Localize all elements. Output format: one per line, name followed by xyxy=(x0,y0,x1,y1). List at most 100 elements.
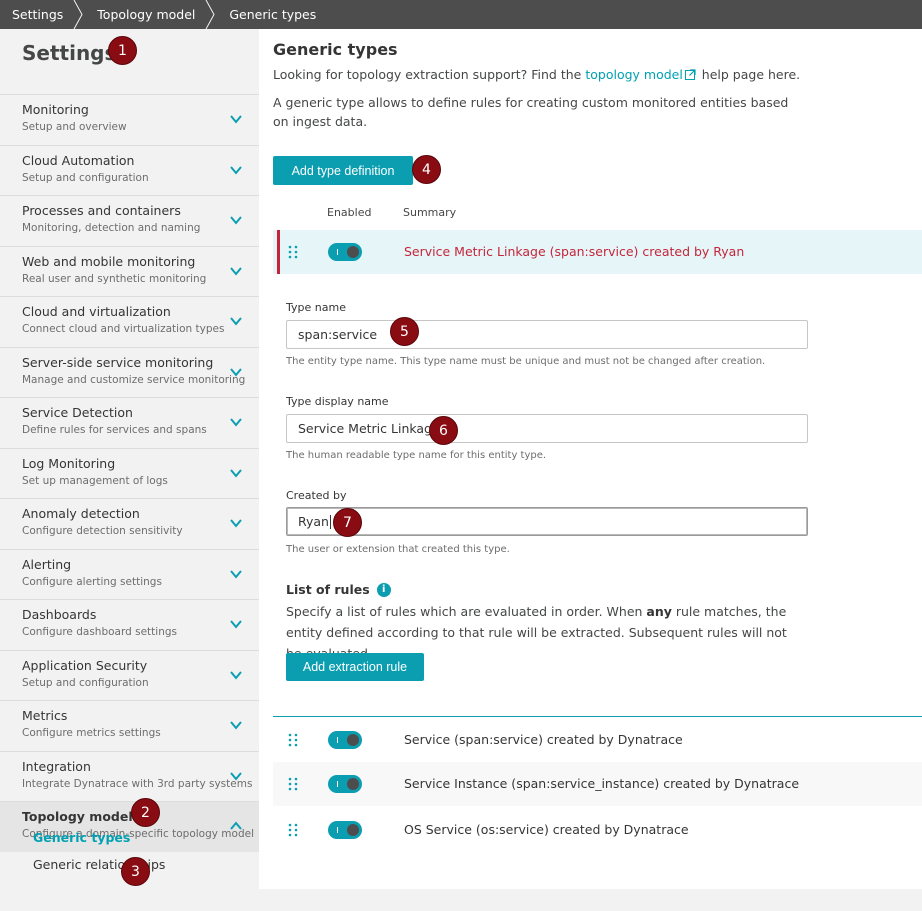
row-summary[interactable]: Service (span:service) created by Dynatr… xyxy=(404,732,683,747)
sidebar-item-metrics[interactable]: Metrics Configure metrics settings xyxy=(0,700,259,751)
display-name-help: The human readable type name for this en… xyxy=(286,450,547,461)
sidebar-item-application-security[interactable]: Application Security Setup and configurat… xyxy=(0,649,259,701)
chevron-down-icon[interactable] xyxy=(229,718,243,732)
chevron-down-icon[interactable] xyxy=(229,769,243,783)
marker-badge: 4 xyxy=(412,155,441,184)
sidebar-item-dashboards[interactable]: Dashboards Configure dashboard settings xyxy=(0,599,259,650)
info-icon[interactable]: i xyxy=(376,582,391,597)
chevron-down-icon[interactable] xyxy=(229,516,243,530)
drag-handle-icon[interactable] xyxy=(287,732,299,748)
row-summary[interactable]: Service Metric Linkage (span:service) cr… xyxy=(404,244,744,259)
created-by-label: Created by xyxy=(286,489,347,502)
topology-model-link[interactable]: topology model xyxy=(585,67,682,82)
created-by-input[interactable]: Ryan xyxy=(286,507,808,536)
sidebar-item-service-detection[interactable]: Service Detection Define rules for servic… xyxy=(0,397,259,448)
sidebar-item-log-monitoring[interactable]: Log Monitoring Set up management of logs xyxy=(0,447,259,499)
table-row[interactable]: OS Service (os:service) created by Dynat… xyxy=(273,808,922,852)
table-row[interactable]: Service (span:service) created by Dynatr… xyxy=(273,718,922,762)
drag-handle-icon[interactable] xyxy=(287,244,299,260)
sidebar-item-sub: Setup and overview xyxy=(22,121,127,133)
intro-text: Looking for topology extraction support?… xyxy=(273,66,813,84)
chevron-down-icon[interactable] xyxy=(229,264,243,278)
sidebar: Settings Monitoring Setup and overview Clo… xyxy=(0,29,259,911)
sidebar-item-cloud-automation[interactable]: Cloud Automation Setup and configuration xyxy=(0,144,259,196)
sidebar-item-alerting[interactable]: Alerting Configure alerting settings xyxy=(0,548,259,600)
text-cursor xyxy=(329,514,331,529)
sidebar-item-label: Monitoring xyxy=(22,102,89,117)
marker-badge: 6 xyxy=(429,416,458,445)
rules-title: List of rules i xyxy=(286,582,391,597)
breadcrumb-topology-model[interactable]: Topology model xyxy=(83,0,205,29)
sidebar-title: Settings xyxy=(22,41,117,65)
chevron-down-icon[interactable] xyxy=(229,466,243,480)
sidebar-item-sub: Configure dashboard settings xyxy=(22,626,177,638)
chevron-down-icon[interactable] xyxy=(229,314,243,328)
created-by-help: The user or extension that created this … xyxy=(286,544,510,555)
type-name-input[interactable]: span:service xyxy=(286,320,808,349)
sidebar-item-monitoring[interactable]: Monitoring Setup and overview xyxy=(0,94,259,145)
enabled-toggle[interactable] xyxy=(328,731,362,749)
display-name-input[interactable]: Service Metric Linkage xyxy=(286,414,808,443)
display-name-label: Type display name xyxy=(286,395,389,408)
sidebar-item-cloud-and-virtualization[interactable]: Cloud and virtualization Connect cloud an… xyxy=(0,296,259,347)
chevron-down-icon[interactable] xyxy=(229,617,243,631)
sidebar-item-label: Anomaly detection xyxy=(22,506,140,521)
chevron-down-icon[interactable] xyxy=(229,415,243,429)
sidebar-item-sub: Configure alerting settings xyxy=(22,575,162,588)
sidebar-item-server-side-service-monitoring[interactable]: Server-side service monitoring Manage and… xyxy=(0,346,259,398)
breadcrumb-generic-types[interactable]: Generic types xyxy=(215,0,326,29)
enabled-toggle[interactable] xyxy=(328,243,362,261)
breadcrumb-settings[interactable]: Settings xyxy=(0,0,73,29)
column-header-summary: Summary xyxy=(403,206,457,219)
breadcrumb: Settings Topology model Generic types xyxy=(0,0,922,29)
chevron-down-icon[interactable] xyxy=(229,213,243,227)
enabled-toggle[interactable] xyxy=(328,775,362,793)
enabled-toggle[interactable] xyxy=(328,821,362,839)
table-row-expanded[interactable]: Service Metric Linkage (span:service) cr… xyxy=(273,230,922,274)
marker-badge: 5 xyxy=(390,317,419,346)
breadcrumb-separator-icon xyxy=(205,0,215,29)
sidebar-item-label: Application Security xyxy=(22,657,148,673)
add-extraction-rule-button[interactable]: Add extraction rule xyxy=(286,653,424,681)
sidebar-item-label: Metrics xyxy=(22,708,68,723)
divider xyxy=(273,716,922,717)
external-link-icon[interactable] xyxy=(684,69,696,80)
sidebar-item-sub: Integrate Dynatrace with 3rd party syste… xyxy=(22,777,253,790)
row-summary[interactable]: OS Service (os:service) created by Dynat… xyxy=(404,822,689,837)
sidebar-item-label: Cloud Automation xyxy=(22,152,135,168)
sidebar-item-integration[interactable]: Integration Integrate Dynatrace with 3rd … xyxy=(0,750,259,802)
sidebar-item-label: Dashboards xyxy=(22,607,97,622)
sidebar-item-label: Alerting xyxy=(22,556,72,572)
drag-handle-icon[interactable] xyxy=(287,822,299,838)
sidebar-item-sub: Define rules for services and spans xyxy=(22,424,207,436)
created-by-value: Ryan xyxy=(298,514,329,529)
add-type-definition-button[interactable]: Add type definition xyxy=(273,156,413,185)
rules-desc-bold: any xyxy=(646,604,672,619)
chevron-down-icon[interactable] xyxy=(229,567,243,581)
sidebar-item-processes-and-containers[interactable]: Processes and containers Monitoring, dete… xyxy=(0,195,259,246)
sidebar-item-web-and-mobile-monitoring[interactable]: Web and mobile monitoring Real user and s… xyxy=(0,245,259,297)
chevron-down-icon[interactable] xyxy=(229,163,243,177)
sidebar-item-label: Processes and containers xyxy=(22,203,181,218)
rules-title-text: List of rules xyxy=(286,582,370,597)
drag-handle-icon[interactable] xyxy=(287,776,299,792)
sidebar-item-sub: Manage and customize service monitoring xyxy=(22,373,246,386)
intro-description: A generic type allows to define rules fo… xyxy=(273,95,789,129)
type-name-help: The entity type name. This type name mus… xyxy=(286,356,766,367)
main-content: Generic types Looking for topology extra… xyxy=(259,29,922,889)
marker-badge: 3 xyxy=(121,857,150,886)
sidebar-item-sub: Setup and configuration xyxy=(22,676,149,689)
chevron-down-icon[interactable] xyxy=(229,365,243,379)
table-row[interactable]: Service Instance (span:service_instance)… xyxy=(273,762,922,806)
column-header-enabled: Enabled xyxy=(327,206,372,219)
type-name-label: Type name xyxy=(286,301,346,314)
sidebar-item-label: Web and mobile monitoring xyxy=(22,253,196,269)
chevron-down-icon[interactable] xyxy=(229,112,243,126)
sidebar-item-anomaly-detection[interactable]: Anomaly detection Configure detection sen… xyxy=(0,498,259,549)
sidebar-sub-item-generic-types[interactable]: Generic types xyxy=(0,824,259,851)
row-summary[interactable]: Service Instance (span:service_instance)… xyxy=(404,776,799,791)
rules-desc-part1: Specify a list of rules which are evalua… xyxy=(286,604,647,619)
chevron-down-icon[interactable] xyxy=(229,668,243,682)
sidebar-item-sub: Set up management of logs xyxy=(22,474,168,487)
marker-badge: 1 xyxy=(108,36,137,65)
